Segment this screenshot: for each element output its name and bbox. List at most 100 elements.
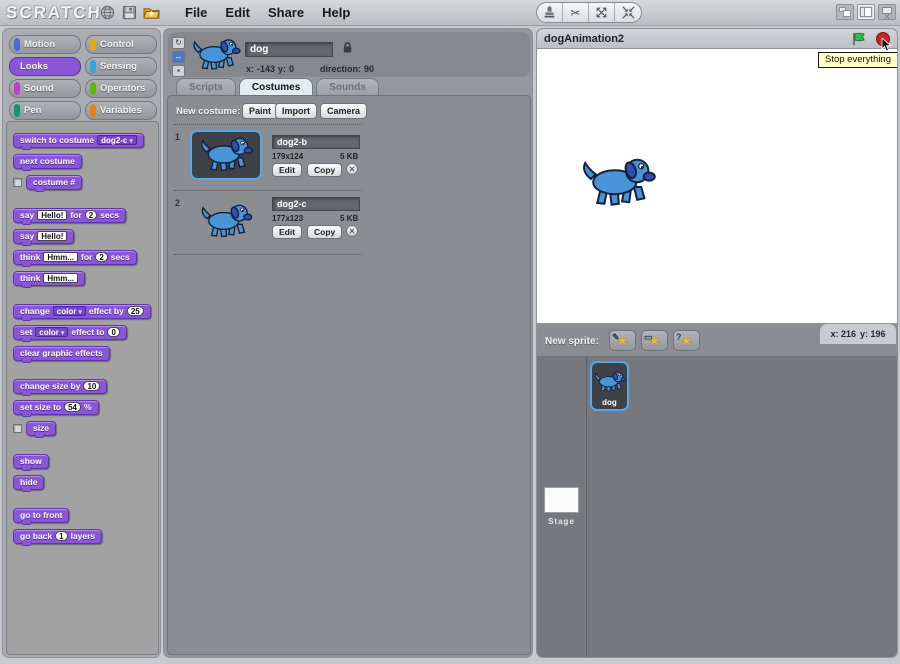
looks-block[interactable]: costume #: [26, 175, 82, 190]
block-input[interactable]: 2: [95, 252, 107, 262]
costume-name-input[interactable]: [272, 135, 360, 149]
delete-costume-button[interactable]: ×: [346, 225, 358, 237]
palette-block-row: thinkHmm...for2secs: [13, 250, 158, 265]
copy-costume-button[interactable]: Copy: [307, 225, 342, 239]
menu-edit[interactable]: Edit: [216, 3, 259, 22]
category-looks[interactable]: Looks: [9, 57, 81, 76]
grow-sprite-icon[interactable]: [589, 2, 615, 23]
camera-costume-button[interactable]: Camera: [320, 103, 367, 119]
costume-name-input[interactable]: [272, 197, 360, 211]
block-input[interactable]: Hmm...: [43, 273, 78, 283]
block-dropdown[interactable]: color▾: [53, 306, 86, 316]
looks-block[interactable]: thinkHmm...for2secs: [13, 250, 137, 265]
stage-thumbnail[interactable]: [544, 487, 579, 513]
block-input[interactable]: Hello!: [37, 210, 67, 220]
cursor-tools: ✂: [536, 2, 642, 23]
category-control[interactable]: Control: [85, 35, 157, 54]
category-motion[interactable]: Motion: [9, 35, 81, 54]
surprise-sprite-button[interactable]: ★ ?: [673, 330, 700, 351]
duplicate-stamp-icon[interactable]: [537, 2, 563, 23]
category-pen[interactable]: Pen: [9, 101, 81, 120]
category-operators[interactable]: Operators: [85, 79, 157, 98]
looks-block[interactable]: change size by10: [13, 379, 107, 394]
block-input[interactable]: 2: [85, 210, 97, 220]
looks-block[interactable]: next costume: [13, 154, 82, 169]
block-input[interactable]: Hello!: [37, 231, 67, 241]
paint-new-sprite-button[interactable]: ★ ✎: [609, 330, 636, 351]
looks-block[interactable]: hide: [13, 475, 44, 490]
looks-block[interactable]: thinkHmm...: [13, 271, 85, 286]
star-icon: ★: [681, 333, 693, 348]
choose-sprite-from-file-button[interactable]: ★ ▭: [641, 330, 668, 351]
block-text: go back: [20, 531, 52, 541]
edit-costume-button[interactable]: Edit: [272, 163, 302, 177]
looks-block[interactable]: changecolor▾effect by25: [13, 304, 151, 319]
left-right-flip-style-icon[interactable]: ↔: [172, 51, 185, 63]
looks-block[interactable]: go back1layers: [13, 529, 102, 544]
tab-scripts[interactable]: Scripts: [176, 78, 236, 96]
small-stage-view-button[interactable]: [836, 4, 854, 20]
block-input[interactable]: 25: [127, 306, 144, 316]
block-text: change size by: [20, 381, 80, 391]
normal-stage-view-button[interactable]: [857, 4, 875, 20]
rotate-style-icon[interactable]: ↻: [172, 37, 185, 49]
chevron-down-icon: ▾: [61, 330, 65, 337]
block-dropdown[interactable]: dog2-c▾: [97, 135, 137, 145]
stage-canvas[interactable]: [537, 49, 897, 323]
stop-everything-tooltip: Stop everything: [818, 52, 898, 68]
sprite-info-header: ↻ ↔ ▪ x:-143y:0 direction:90: [168, 32, 530, 77]
menu-share[interactable]: Share: [259, 3, 313, 22]
costume-thumbnail[interactable]: [193, 198, 259, 244]
looks-block[interactable]: size: [26, 421, 56, 436]
block-input[interactable]: 10: [83, 381, 100, 391]
shrink-sprite-icon[interactable]: [615, 2, 641, 23]
category-variables[interactable]: Variables: [85, 101, 157, 120]
menu-file[interactable]: File: [176, 3, 216, 22]
copy-costume-button[interactable]: Copy: [307, 163, 342, 177]
sprite-list-item-dog[interactable]: dog: [590, 361, 629, 411]
costumes-pane: New costume: Paint Import Camera 1 179x1…: [167, 95, 531, 655]
watcher-checkbox[interactable]: [13, 178, 22, 187]
tab-sounds[interactable]: Sounds: [316, 78, 379, 96]
costume-separator: [174, 254, 362, 255]
looks-block[interactable]: set size to54%: [13, 400, 99, 415]
looks-block[interactable]: setcolor▾effect to0: [13, 325, 127, 340]
looks-block[interactable]: show: [13, 454, 49, 469]
open-project-icon[interactable]: [142, 4, 161, 22]
presentation-mode-button[interactable]: [878, 4, 896, 20]
block-dropdown[interactable]: color▾: [35, 327, 68, 337]
category-sound[interactable]: Sound: [9, 79, 81, 98]
edit-costume-button[interactable]: Edit: [272, 225, 302, 239]
palette-block-row: sayHello!: [13, 229, 158, 244]
paint-costume-button[interactable]: Paint: [242, 103, 278, 119]
delete-scissors-icon[interactable]: ✂: [563, 2, 589, 23]
looks-block[interactable]: switch to costumedog2-c▾: [13, 133, 144, 148]
block-input[interactable]: 0: [107, 327, 119, 337]
no-rotate-style-icon[interactable]: ▪: [172, 65, 185, 77]
palette-block-row: switch to costumedog2-c▾: [13, 133, 158, 148]
sprite-thumbnail: [190, 35, 242, 75]
import-costume-button[interactable]: Import: [275, 103, 317, 119]
save-icon[interactable]: [120, 4, 139, 22]
operators-color-stripe: [90, 82, 96, 95]
looks-block[interactable]: sayHello!for2secs: [13, 208, 126, 223]
green-flag-icon[interactable]: [851, 31, 867, 47]
costume-thumbnail-selected[interactable]: [190, 130, 262, 180]
watcher-checkbox[interactable]: [13, 424, 22, 433]
sprite-name-input[interactable]: [245, 42, 333, 57]
delete-costume-button[interactable]: ×: [346, 163, 358, 175]
block-text: change: [20, 306, 50, 316]
block-input[interactable]: 54: [64, 402, 81, 412]
category-sensing[interactable]: Sensing: [85, 57, 157, 76]
palette-block-row: thinkHmm...: [13, 271, 158, 286]
chevron-down-icon: ▾: [129, 138, 133, 145]
tab-costumes[interactable]: Costumes: [239, 78, 313, 96]
block-input[interactable]: 1: [55, 531, 67, 541]
looks-block[interactable]: sayHello!: [13, 229, 74, 244]
looks-block[interactable]: go to front: [13, 508, 69, 523]
block-input[interactable]: Hmm...: [43, 252, 78, 262]
menu-help[interactable]: Help: [313, 3, 359, 22]
dog-sprite-on-stage[interactable]: [578, 154, 658, 212]
lock-icon[interactable]: [342, 41, 353, 54]
looks-block[interactable]: clear graphic effects: [13, 346, 110, 361]
